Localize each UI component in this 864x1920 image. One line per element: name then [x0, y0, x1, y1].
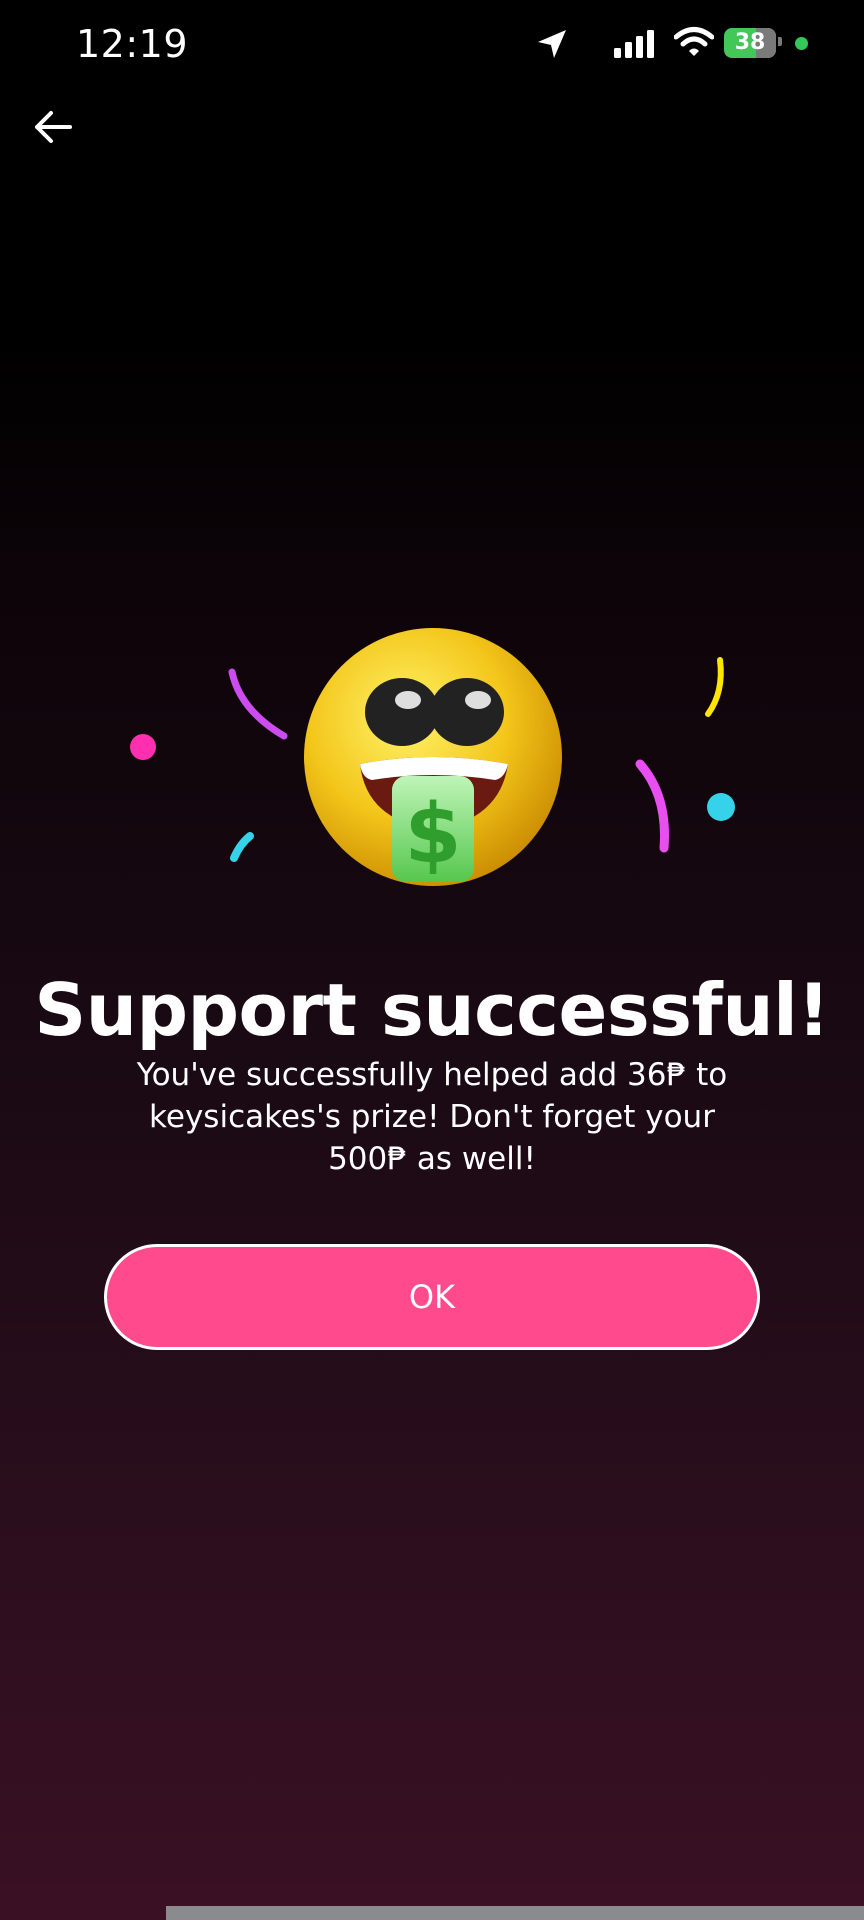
cellular-signal-icon: [614, 30, 654, 58]
battery-tip: [778, 37, 782, 46]
ok-button[interactable]: OK: [104, 1244, 760, 1350]
confetti-cyan-dot: [707, 793, 735, 821]
confetti-purple-right: [635, 759, 669, 853]
location-arrow-icon: [538, 30, 566, 58]
confetti-yellow-right: [705, 657, 724, 717]
success-illustration: $: [130, 628, 735, 886]
arrow-left-icon: [35, 111, 72, 143]
confetti-cyan-left: [230, 832, 254, 862]
status-bar: 12:19 38: [0, 0, 864, 90]
privacy-indicator-dot: [795, 37, 808, 50]
battery-level: 38: [734, 30, 766, 55]
status-time: 12:19: [76, 22, 189, 66]
money-mouth-emoji: $: [304, 628, 562, 886]
back-button[interactable]: [30, 104, 76, 150]
success-message: You've successfully helped add 36₱ to ke…: [136, 1057, 728, 1177]
home-indicator[interactable]: [166, 1906, 864, 1920]
wifi-icon: [674, 27, 714, 56]
confetti-purple-left: [228, 668, 288, 740]
battery-charging-icon: 38: [724, 28, 776, 58]
page-title: Support successful!: [34, 968, 830, 1052]
svg-text:$: $: [404, 787, 461, 882]
confetti-pink-dot: [130, 734, 156, 760]
